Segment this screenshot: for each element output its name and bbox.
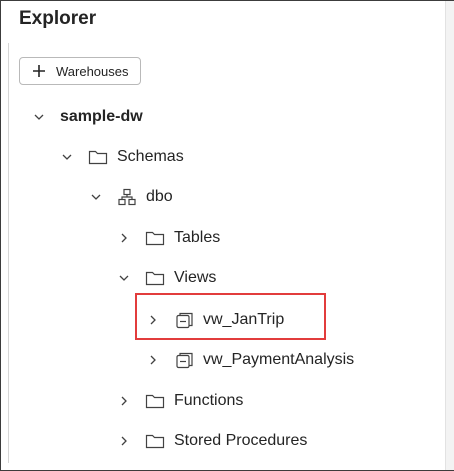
tree-item-view[interactable]: vw_PaymentAnalysis (146, 347, 354, 373)
chevron-right-icon[interactable] (117, 231, 131, 245)
highlight-box (135, 293, 326, 340)
tree-item-label: vw_PaymentAnalysis (203, 351, 355, 368)
plus-icon (32, 64, 46, 78)
tree-item-label: sample-dw (60, 108, 143, 125)
folder-icon (145, 229, 165, 247)
chevron-down-icon[interactable] (117, 271, 131, 285)
tree-item-label: Views (174, 269, 217, 286)
tree-item-label: Stored Procedures (174, 432, 308, 449)
add-warehouse-label: Warehouses (56, 63, 129, 79)
view-icon (174, 351, 194, 369)
chevron-right-icon[interactable] (117, 434, 131, 448)
tree-item-tables[interactable]: Tables (117, 225, 220, 251)
folder-icon (145, 432, 165, 450)
tree-item-label: dbo (146, 188, 173, 205)
explorer-panel: Explorer Warehouses sample-dw Schemas db… (0, 0, 454, 471)
chevron-down-icon[interactable] (60, 150, 74, 164)
tree-item-functions[interactable]: Functions (117, 388, 243, 414)
chevron-right-icon[interactable] (146, 353, 160, 367)
tree-item-schema-dbo[interactable]: dbo (89, 184, 173, 210)
tree-item-label: Schemas (117, 148, 184, 165)
folder-icon (145, 269, 165, 287)
chevron-down-icon[interactable] (32, 110, 46, 124)
tree-item-schemas[interactable]: Schemas (60, 144, 184, 170)
folder-icon (145, 392, 165, 410)
tree-item-stored-procedures[interactable]: Stored Procedures (117, 428, 307, 454)
tree-item-label: Tables (174, 229, 221, 246)
schema-icon (117, 188, 137, 206)
tree-item-views[interactable]: Views (117, 265, 216, 291)
tree-item-warehouse[interactable]: sample-dw (32, 104, 143, 130)
tree-item-label: Functions (174, 392, 244, 409)
scrollbar[interactable] (445, 1, 454, 470)
panel-title: Explorer (19, 8, 97, 29)
panel-divider (8, 43, 9, 463)
add-warehouse-button[interactable]: Warehouses (19, 57, 141, 85)
chevron-down-icon[interactable] (89, 190, 103, 204)
folder-icon (88, 148, 108, 166)
chevron-right-icon[interactable] (117, 394, 131, 408)
